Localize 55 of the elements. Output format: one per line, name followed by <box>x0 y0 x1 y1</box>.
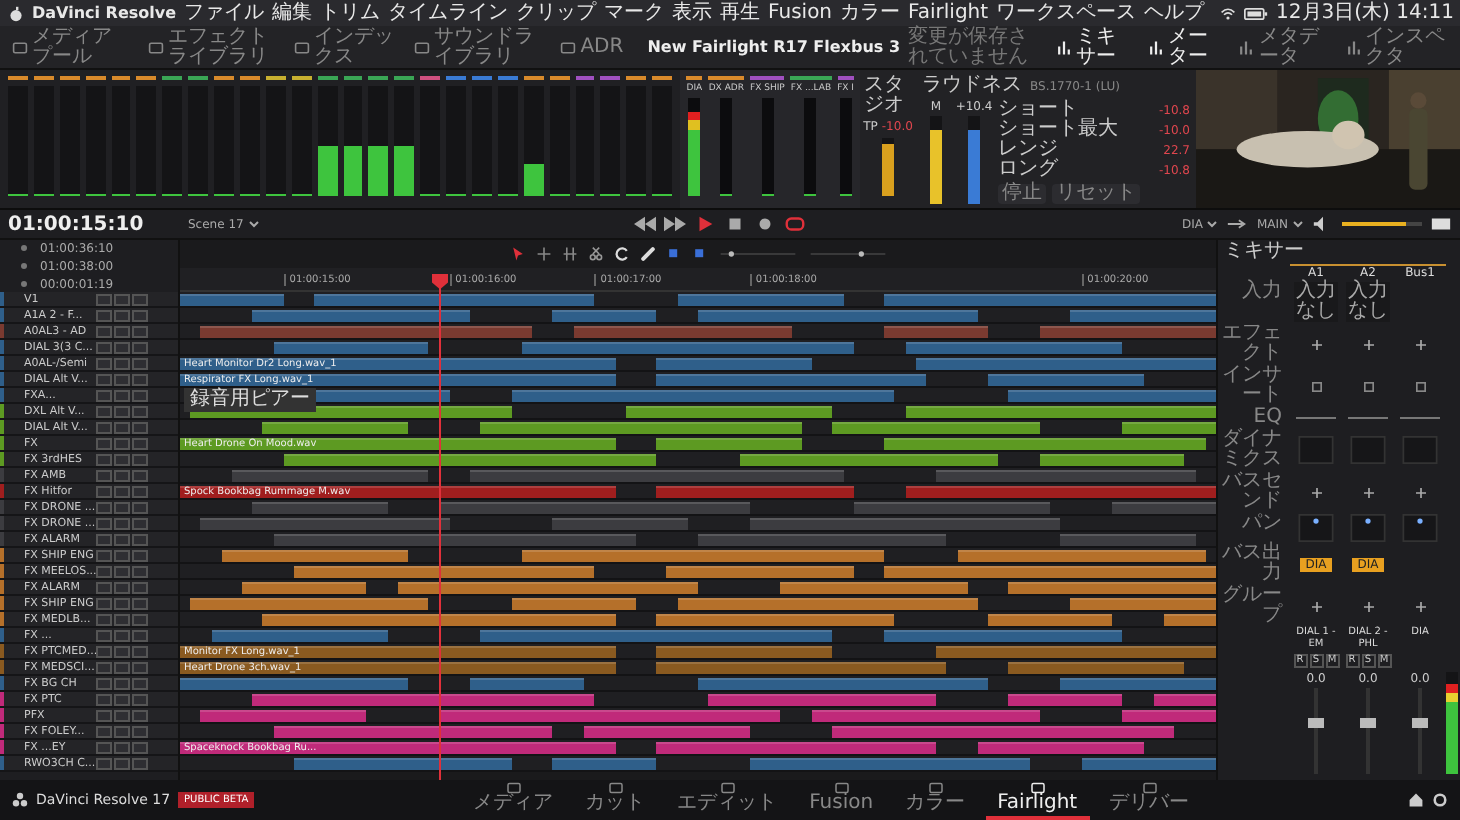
menu-item[interactable]: Fusion <box>768 3 833 23</box>
menu-item[interactable]: カラー <box>840 3 901 23</box>
toolbar-button[interactable]: インデックス <box>289 25 401 69</box>
menu-item[interactable]: タイムライン <box>388 3 509 23</box>
menu-item[interactable]: 再生 <box>720 3 761 23</box>
page-tab[interactable]: エディット <box>665 780 790 820</box>
save-status: 変更が保存されていません <box>908 27 1031 67</box>
toolbar-button[interactable]: エフェクトライブラリ <box>143 25 280 69</box>
toolbar-button[interactable]: インスペクタ <box>1341 25 1452 69</box>
row-label: バスセンド <box>1220 472 1282 512</box>
menu-item[interactable]: 表示 <box>672 3 713 23</box>
page-tab[interactable]: カット <box>573 780 658 820</box>
row-label: グループ <box>1220 586 1282 626</box>
toolbar-button[interactable]: メタデータ <box>1234 25 1332 69</box>
project-title: New Fairlight R17 Flexbus 3 <box>647 38 901 56</box>
row-label: バス出力 <box>1220 544 1282 584</box>
loudness-button[interactable]: リセット <box>1052 184 1140 204</box>
toolbar-button[interactable]: メーター <box>1143 25 1225 69</box>
row-label: パン <box>1240 514 1282 538</box>
menu-item[interactable]: クリップ <box>516 3 597 23</box>
toolbar-button[interactable]: ミキサー <box>1052 25 1134 69</box>
reading-label: ショート最大 <box>998 120 1118 140</box>
toolbar-button[interactable]: サウンドライブラリ <box>410 25 547 69</box>
menu-item[interactable]: ワークスペース <box>996 3 1137 23</box>
app-menu[interactable]: DaVinci Resolve <box>32 5 177 21</box>
row-label: ダイナミクス <box>1220 430 1282 470</box>
toolbar-button[interactable]: ADR <box>556 35 628 59</box>
page-tab[interactable]: デリバー <box>1097 780 1202 820</box>
row-label: 入力 <box>1240 282 1282 306</box>
menu-item[interactable]: Fairlight <box>908 3 989 23</box>
menu-item[interactable]: 編集 <box>272 3 313 23</box>
page-tab[interactable]: Fusion <box>797 780 886 820</box>
studio-heading: スタジオ <box>864 76 906 116</box>
page-tab[interactable]: メディア <box>461 780 566 820</box>
menu-item[interactable]: ヘルプ <box>1144 3 1205 23</box>
reading-label: レンジ <box>998 140 1058 160</box>
mixer-heading: ミキサー <box>1224 242 1304 262</box>
row-label: エフェクト <box>1220 324 1282 364</box>
toolbar-button[interactable]: メディアプール <box>8 25 134 69</box>
page-tab[interactable]: Fairlight <box>985 780 1090 820</box>
loudness-button[interactable]: 停止 <box>998 184 1046 204</box>
tooltip: 録音用ピアー <box>184 388 316 412</box>
row-label: EQ <box>1251 408 1282 428</box>
input-selector[interactable]: 入力なし <box>1346 282 1390 322</box>
menu-item[interactable]: トリム <box>320 3 381 23</box>
clock: 12月3日(木) 14:11 <box>1276 3 1454 23</box>
timecode: 01:00:15:10 <box>8 213 146 235</box>
row-label: インサート <box>1220 366 1282 406</box>
menu-item[interactable]: マーク <box>604 3 665 23</box>
reading-label: ロング <box>998 160 1058 180</box>
reading-label: ショート <box>998 100 1078 120</box>
input-selector[interactable]: 入力なし <box>1294 282 1338 322</box>
menu-item[interactable]: ファイル <box>184 3 265 23</box>
loudness-heading: ラウドネス <box>922 76 1022 96</box>
page-tab[interactable]: カラー <box>893 780 978 820</box>
